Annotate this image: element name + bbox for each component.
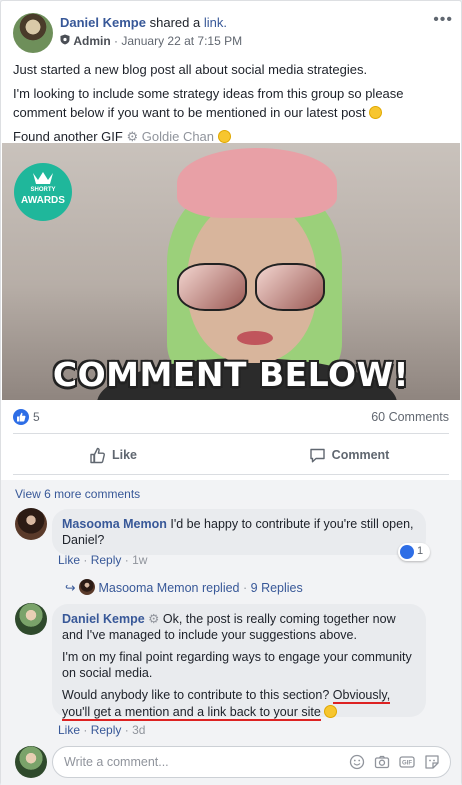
smile-emoji-icon [217,130,231,143]
post-author-line: Daniel Kempe shared a link. [60,15,227,30]
comment-text-2: I'm on my final point regarding ways to … [62,650,412,680]
admin-badge: Admin [73,34,111,48]
comment-bubble: Masooma Memon I'd be happy to contribute… [52,509,426,555]
more-options-icon[interactable]: ••• [433,11,453,29]
comment-text-3: Would anybody like to contribute to this… [62,688,391,721]
post-header: Daniel Kempe shared a link. Admin · Janu… [13,11,453,53]
smile-emoji-icon [369,106,383,119]
thumbs-up-icon [90,447,105,463]
comment-reply-link[interactable]: Reply [91,553,122,567]
camera-icon[interactable] [374,754,390,770]
post-action-text: shared a [149,15,201,30]
comment-button-label: Comment [331,448,390,462]
comment-reaction-count[interactable]: 1 [398,543,430,561]
like-reaction-icon[interactable] [13,409,29,425]
write-comment-row: Write a comment... GIF [15,746,451,778]
view-more-comments-link[interactable]: View 6 more comments [15,487,140,501]
comment-bubble: Daniel Kempe ⚙ Ok, the post is really co… [52,604,426,721]
post-card: Daniel Kempe shared a link. Admin · Janu… [0,0,462,785]
commenter-avatar[interactable] [15,508,47,540]
comment-input-icons: GIF [349,754,440,770]
comment-button[interactable]: Comment [249,439,449,471]
post-stats: 5 60 Comments [13,408,449,428]
admin-gear-icon: ⚙ [148,612,160,626]
comment-time[interactable]: 1w [132,553,147,567]
view-replies-link[interactable]: ↪ Masooma Memon replied · 9 Replies [65,576,303,595]
comment-reply-link[interactable]: Reply [91,723,122,737]
divider [13,474,449,475]
post-body: Just started a new blog post all about s… [13,60,453,151]
gif-credit-author[interactable]: ⚙ Goldie Chan [126,129,214,144]
comment-meta: Like · Reply · 1w [58,553,148,567]
comment-like-link[interactable]: Like [58,553,80,567]
post-timestamp[interactable]: January 22 at 7:15 PM [121,34,242,48]
replier-avatar [78,579,95,595]
sticker-icon[interactable] [424,754,440,770]
author-avatar[interactable] [13,13,53,53]
emoji-icon[interactable] [349,754,365,770]
comment-count[interactable]: 60 Comments [371,410,449,424]
comment-input[interactable]: Write a comment... GIF [52,746,451,778]
author-name-link[interactable]: Daniel Kempe [60,15,146,30]
gif-caption: COMMENT BELOW! [52,355,410,394]
gif-image[interactable]: SHORTY AWARDS COMMENT BELOW! [2,143,460,400]
like-button[interactable]: Like [13,439,213,471]
like-count[interactable]: 5 [33,410,40,424]
gif-icon[interactable]: GIF [399,754,415,770]
speech-bubble-icon [309,448,325,462]
post-actions: Like Comment [13,439,449,471]
like-button-label: Like [111,448,137,462]
comment-like-link[interactable]: Like [58,723,80,737]
post-meta: Admin · January 22 at 7:15 PM [60,34,242,48]
like-reaction-icon [400,545,414,559]
comments-section: View 6 more comments Masooma Memon I'd b… [1,480,461,785]
comment-text-1: Daniel Kempe ⚙ Ok, the post is really co… [62,612,396,642]
wink-emoji-icon [324,705,338,718]
shared-link[interactable]: link. [204,15,227,30]
shorty-awards-logo: SHORTY AWARDS [14,163,72,221]
comment-time[interactable]: 3d [132,723,145,737]
reply-arrow-icon: ↪ [65,581,76,595]
comment-input-placeholder: Write a comment... [64,755,169,769]
current-user-avatar [15,746,47,778]
sunglasses-graphic [177,263,327,311]
divider [13,433,449,434]
commenter-name[interactable]: Daniel Kempe [62,612,145,626]
admin-shield-icon [60,34,73,48]
commenter-name[interactable]: Masooma Memon [62,517,167,531]
post-paragraph-1: Just started a new blog post all about s… [13,62,368,77]
svg-text:GIF: GIF [402,761,412,767]
post-paragraph-2: I'm looking to include some strategy ide… [13,86,404,120]
comment-meta: Like · Reply · 3d [58,723,146,737]
commenter-avatar[interactable] [15,603,47,635]
